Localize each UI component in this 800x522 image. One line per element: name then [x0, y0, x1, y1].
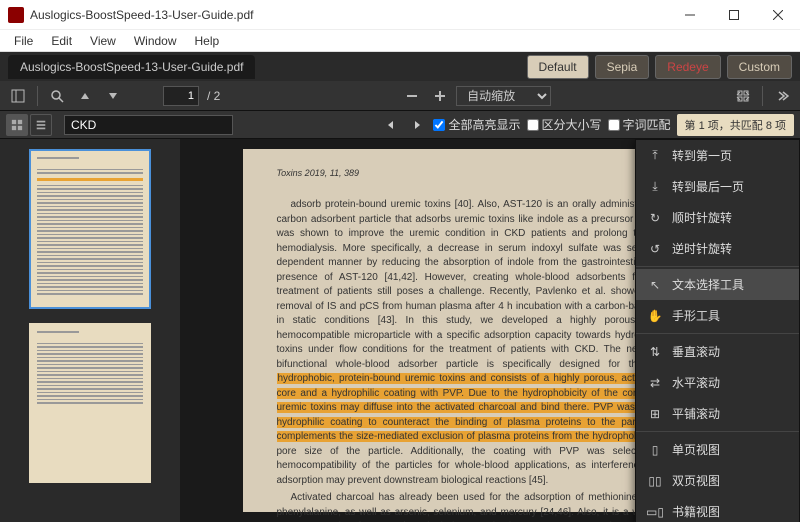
menu-vertical-scroll[interactable]: ⇅垂直滚动 [636, 336, 799, 367]
find-button[interactable] [45, 84, 69, 108]
tabbar: Auslogics-BoostSpeed-13-User-Guide.pdf D… [0, 52, 800, 81]
next-page-button[interactable] [101, 84, 125, 108]
zoom-out-button[interactable] [400, 84, 424, 108]
zoom-select[interactable]: 自动缩放 [456, 86, 551, 106]
thumbnail-page-1[interactable] [29, 149, 151, 309]
content-area: Toxins 2019, 11, 389 adsorb protein-boun… [0, 139, 800, 522]
thumbnail-sidebar[interactable] [0, 139, 180, 522]
wrap-icon: ⊞ [648, 407, 662, 421]
find-prev-button[interactable] [381, 115, 401, 135]
titlebar: Auslogics-BoostSpeed-13-User-Guide.pdf [0, 0, 800, 30]
menu-file[interactable]: File [6, 32, 41, 50]
whole-word-checkbox[interactable] [608, 119, 620, 131]
highlight-all-checkbox[interactable] [433, 119, 445, 131]
highlight-all-option[interactable]: 全部高亮显示 [433, 116, 520, 133]
menu-wrapped-scroll[interactable]: ⊞平铺滚动 [636, 398, 799, 429]
document-tab[interactable]: Auslogics-BoostSpeed-13-User-Guide.pdf [8, 55, 255, 79]
first-page-icon: ⤒ [648, 149, 662, 163]
hscroll-icon: ⇄ [648, 376, 662, 390]
thumbnail-page-2[interactable] [29, 323, 151, 483]
last-page-icon: ⤓ [648, 180, 662, 194]
book-icon: ▭▯ [648, 505, 662, 519]
menu-rotate-cw[interactable]: ↻顺时针旋转 [636, 202, 799, 233]
sidebar-toggle-button[interactable] [6, 84, 30, 108]
menu-rotate-ccw[interactable]: ↺逆时针旋转 [636, 233, 799, 264]
whole-word-option[interactable]: 字词匹配 [608, 116, 671, 133]
page-number-input[interactable] [163, 86, 199, 106]
menu-book-view[interactable]: ▭▯书籍视图 [636, 496, 799, 522]
menu-window[interactable]: Window [126, 32, 185, 50]
close-button[interactable] [756, 0, 800, 29]
match-case-checkbox[interactable] [527, 119, 539, 131]
menu-help[interactable]: Help [187, 32, 228, 50]
two-page-icon: ▯▯ [648, 474, 662, 488]
maximize-button[interactable] [712, 0, 756, 29]
menu-first-page[interactable]: ⤒转到第一页 [636, 140, 799, 171]
presentation-button[interactable] [731, 84, 755, 108]
outline-view-button[interactable] [30, 114, 52, 136]
minimize-button[interactable] [668, 0, 712, 29]
hand-icon: ✋ [648, 309, 662, 323]
menu-single-page[interactable]: ▯单页视图 [636, 434, 799, 465]
menu-last-page[interactable]: ⤓转到最后一页 [636, 171, 799, 202]
app-icon [8, 7, 24, 23]
menu-view[interactable]: View [82, 32, 124, 50]
findbar: 全部高亮显示 区分大小写 字词匹配 第 1 项，共匹配 8 项 [0, 111, 800, 139]
menu-two-page[interactable]: ▯▯双页视图 [636, 465, 799, 496]
find-input[interactable] [64, 115, 233, 135]
rotate-cw-icon: ↻ [648, 211, 662, 225]
match-case-option[interactable]: 区分大小写 [527, 116, 602, 133]
window-title: Auslogics-BoostSpeed-13-User-Guide.pdf [30, 8, 668, 22]
menubar: File Edit View Window Help [0, 30, 800, 52]
toolbar: / 2 自动缩放 [0, 81, 800, 111]
cursor-icon: ↖ [648, 278, 662, 292]
theme-custom-button[interactable]: Custom [727, 55, 792, 79]
single-page-icon: ▯ [648, 443, 662, 457]
vscroll-icon: ⇅ [648, 345, 662, 359]
theme-default-button[interactable]: Default [527, 55, 589, 79]
find-next-button[interactable] [407, 115, 427, 135]
rotate-ccw-icon: ↺ [648, 242, 662, 256]
menu-horizontal-scroll[interactable]: ⇄水平滚动 [636, 367, 799, 398]
zoom-in-button[interactable] [428, 84, 452, 108]
find-result-label: 第 1 项，共匹配 8 项 [677, 114, 794, 136]
tools-menu-button[interactable] [770, 84, 794, 108]
menu-hand-tool[interactable]: ✋手形工具 [636, 300, 799, 331]
page-total-label: / 2 [207, 89, 220, 103]
menu-text-select-tool[interactable]: ↖文本选择工具 [636, 269, 799, 300]
secondary-toolbar-menu: ⤒转到第一页 ⤓转到最后一页 ↻顺时针旋转 ↺逆时针旋转 ↖文本选择工具 ✋手形… [635, 139, 800, 522]
theme-redeye-button[interactable]: Redeye [655, 55, 720, 79]
prev-page-button[interactable] [73, 84, 97, 108]
theme-sepia-button[interactable]: Sepia [595, 55, 650, 79]
menu-edit[interactable]: Edit [43, 32, 80, 50]
thumbnail-view-button[interactable] [6, 114, 28, 136]
